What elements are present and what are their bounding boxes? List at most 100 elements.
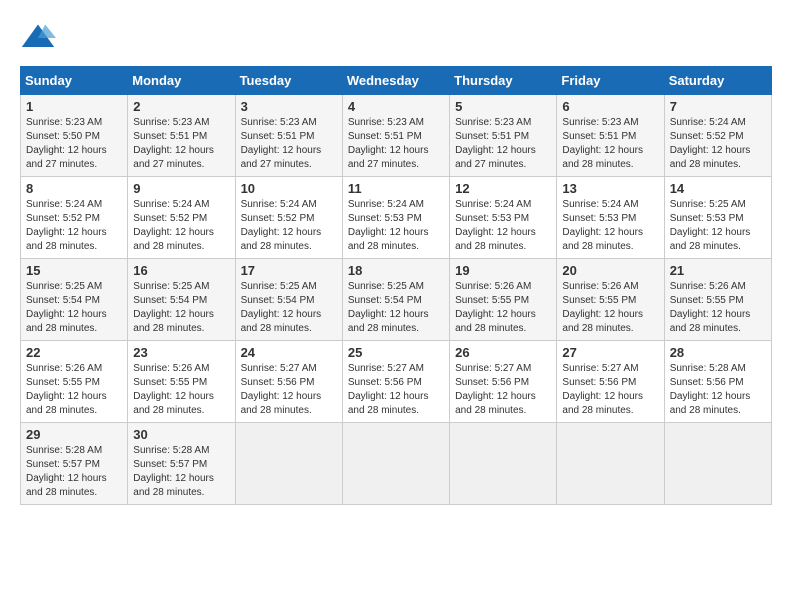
day-info: Sunrise: 5:26 AMSunset: 5:55 PMDaylight:…	[26, 363, 107, 416]
calendar-day-cell: 10 Sunrise: 5:24 AMSunset: 5:52 PMDaylig…	[235, 177, 342, 259]
day-number: 26	[455, 345, 551, 360]
day-info: Sunrise: 5:28 AMSunset: 5:57 PMDaylight:…	[133, 445, 214, 498]
weekday-header: Friday	[557, 67, 664, 95]
day-info: Sunrise: 5:28 AMSunset: 5:56 PMDaylight:…	[670, 363, 751, 416]
calendar-day-cell	[450, 423, 557, 505]
day-info: Sunrise: 5:25 AMSunset: 5:53 PMDaylight:…	[670, 199, 751, 252]
day-info: Sunrise: 5:26 AMSunset: 5:55 PMDaylight:…	[670, 281, 751, 334]
day-number: 8	[26, 181, 122, 196]
calendar-day-cell: 26 Sunrise: 5:27 AMSunset: 5:56 PMDaylig…	[450, 341, 557, 423]
day-info: Sunrise: 5:25 AMSunset: 5:54 PMDaylight:…	[133, 281, 214, 334]
calendar-week-row: 8 Sunrise: 5:24 AMSunset: 5:52 PMDayligh…	[21, 177, 772, 259]
weekday-header: Sunday	[21, 67, 128, 95]
calendar-day-cell: 9 Sunrise: 5:24 AMSunset: 5:52 PMDayligh…	[128, 177, 235, 259]
calendar-day-cell	[235, 423, 342, 505]
day-number: 2	[133, 99, 229, 114]
calendar-day-cell	[557, 423, 664, 505]
calendar-header-row: SundayMondayTuesdayWednesdayThursdayFrid…	[21, 67, 772, 95]
day-info: Sunrise: 5:24 AMSunset: 5:52 PMDaylight:…	[241, 199, 322, 252]
day-number: 3	[241, 99, 337, 114]
calendar-week-row: 15 Sunrise: 5:25 AMSunset: 5:54 PMDaylig…	[21, 259, 772, 341]
weekday-header: Wednesday	[342, 67, 449, 95]
calendar-day-cell: 30 Sunrise: 5:28 AMSunset: 5:57 PMDaylig…	[128, 423, 235, 505]
calendar-day-cell: 2 Sunrise: 5:23 AMSunset: 5:51 PMDayligh…	[128, 95, 235, 177]
day-info: Sunrise: 5:27 AMSunset: 5:56 PMDaylight:…	[348, 363, 429, 416]
day-number: 28	[670, 345, 766, 360]
day-info: Sunrise: 5:25 AMSunset: 5:54 PMDaylight:…	[241, 281, 322, 334]
day-number: 10	[241, 181, 337, 196]
day-number: 9	[133, 181, 229, 196]
day-info: Sunrise: 5:23 AMSunset: 5:51 PMDaylight:…	[241, 117, 322, 170]
day-info: Sunrise: 5:23 AMSunset: 5:51 PMDaylight:…	[455, 117, 536, 170]
day-info: Sunrise: 5:24 AMSunset: 5:53 PMDaylight:…	[455, 199, 536, 252]
day-number: 30	[133, 427, 229, 442]
day-number: 19	[455, 263, 551, 278]
day-number: 18	[348, 263, 444, 278]
calendar-day-cell: 23 Sunrise: 5:26 AMSunset: 5:55 PMDaylig…	[128, 341, 235, 423]
day-number: 22	[26, 345, 122, 360]
day-info: Sunrise: 5:23 AMSunset: 5:50 PMDaylight:…	[26, 117, 107, 170]
day-info: Sunrise: 5:24 AMSunset: 5:53 PMDaylight:…	[348, 199, 429, 252]
day-info: Sunrise: 5:24 AMSunset: 5:52 PMDaylight:…	[670, 117, 751, 170]
day-number: 25	[348, 345, 444, 360]
day-info: Sunrise: 5:27 AMSunset: 5:56 PMDaylight:…	[241, 363, 322, 416]
calendar-table: SundayMondayTuesdayWednesdayThursdayFrid…	[20, 66, 772, 505]
day-info: Sunrise: 5:24 AMSunset: 5:52 PMDaylight:…	[133, 199, 214, 252]
day-number: 7	[670, 99, 766, 114]
calendar-day-cell: 28 Sunrise: 5:28 AMSunset: 5:56 PMDaylig…	[664, 341, 771, 423]
calendar-day-cell: 1 Sunrise: 5:23 AMSunset: 5:50 PMDayligh…	[21, 95, 128, 177]
calendar-day-cell: 12 Sunrise: 5:24 AMSunset: 5:53 PMDaylig…	[450, 177, 557, 259]
day-info: Sunrise: 5:25 AMSunset: 5:54 PMDaylight:…	[26, 281, 107, 334]
day-number: 16	[133, 263, 229, 278]
logo-icon	[20, 20, 56, 56]
page-header	[20, 20, 772, 56]
weekday-header: Tuesday	[235, 67, 342, 95]
day-number: 27	[562, 345, 658, 360]
day-number: 5	[455, 99, 551, 114]
day-number: 6	[562, 99, 658, 114]
calendar-day-cell: 5 Sunrise: 5:23 AMSunset: 5:51 PMDayligh…	[450, 95, 557, 177]
day-number: 14	[670, 181, 766, 196]
calendar-day-cell: 20 Sunrise: 5:26 AMSunset: 5:55 PMDaylig…	[557, 259, 664, 341]
day-info: Sunrise: 5:23 AMSunset: 5:51 PMDaylight:…	[133, 117, 214, 170]
calendar-day-cell: 29 Sunrise: 5:28 AMSunset: 5:57 PMDaylig…	[21, 423, 128, 505]
calendar-day-cell: 27 Sunrise: 5:27 AMSunset: 5:56 PMDaylig…	[557, 341, 664, 423]
calendar-day-cell: 21 Sunrise: 5:26 AMSunset: 5:55 PMDaylig…	[664, 259, 771, 341]
calendar-week-row: 29 Sunrise: 5:28 AMSunset: 5:57 PMDaylig…	[21, 423, 772, 505]
calendar-day-cell: 13 Sunrise: 5:24 AMSunset: 5:53 PMDaylig…	[557, 177, 664, 259]
calendar-day-cell: 4 Sunrise: 5:23 AMSunset: 5:51 PMDayligh…	[342, 95, 449, 177]
day-number: 12	[455, 181, 551, 196]
calendar-day-cell: 7 Sunrise: 5:24 AMSunset: 5:52 PMDayligh…	[664, 95, 771, 177]
day-info: Sunrise: 5:26 AMSunset: 5:55 PMDaylight:…	[133, 363, 214, 416]
day-number: 4	[348, 99, 444, 114]
weekday-header: Thursday	[450, 67, 557, 95]
day-number: 21	[670, 263, 766, 278]
calendar-day-cell: 14 Sunrise: 5:25 AMSunset: 5:53 PMDaylig…	[664, 177, 771, 259]
logo	[20, 20, 60, 56]
weekday-header: Saturday	[664, 67, 771, 95]
calendar-week-row: 1 Sunrise: 5:23 AMSunset: 5:50 PMDayligh…	[21, 95, 772, 177]
day-number: 20	[562, 263, 658, 278]
calendar-day-cell: 8 Sunrise: 5:24 AMSunset: 5:52 PMDayligh…	[21, 177, 128, 259]
day-number: 24	[241, 345, 337, 360]
calendar-day-cell: 15 Sunrise: 5:25 AMSunset: 5:54 PMDaylig…	[21, 259, 128, 341]
day-info: Sunrise: 5:23 AMSunset: 5:51 PMDaylight:…	[348, 117, 429, 170]
calendar-day-cell: 22 Sunrise: 5:26 AMSunset: 5:55 PMDaylig…	[21, 341, 128, 423]
calendar-day-cell: 3 Sunrise: 5:23 AMSunset: 5:51 PMDayligh…	[235, 95, 342, 177]
day-number: 11	[348, 181, 444, 196]
day-info: Sunrise: 5:27 AMSunset: 5:56 PMDaylight:…	[562, 363, 643, 416]
calendar-day-cell: 25 Sunrise: 5:27 AMSunset: 5:56 PMDaylig…	[342, 341, 449, 423]
calendar-week-row: 22 Sunrise: 5:26 AMSunset: 5:55 PMDaylig…	[21, 341, 772, 423]
calendar-day-cell: 24 Sunrise: 5:27 AMSunset: 5:56 PMDaylig…	[235, 341, 342, 423]
day-info: Sunrise: 5:25 AMSunset: 5:54 PMDaylight:…	[348, 281, 429, 334]
day-number: 15	[26, 263, 122, 278]
day-info: Sunrise: 5:23 AMSunset: 5:51 PMDaylight:…	[562, 117, 643, 170]
calendar-day-cell	[664, 423, 771, 505]
day-number: 23	[133, 345, 229, 360]
day-number: 17	[241, 263, 337, 278]
day-number: 1	[26, 99, 122, 114]
day-info: Sunrise: 5:24 AMSunset: 5:53 PMDaylight:…	[562, 199, 643, 252]
day-info: Sunrise: 5:26 AMSunset: 5:55 PMDaylight:…	[562, 281, 643, 334]
calendar-day-cell	[342, 423, 449, 505]
day-info: Sunrise: 5:24 AMSunset: 5:52 PMDaylight:…	[26, 199, 107, 252]
